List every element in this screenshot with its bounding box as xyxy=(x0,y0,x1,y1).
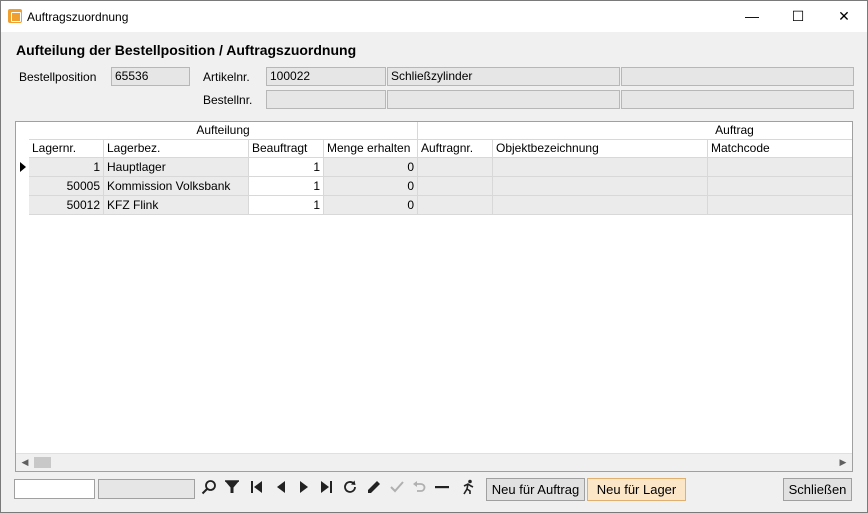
table-cell[interactable] xyxy=(418,158,493,177)
bestellnr-label: Bestellnr. xyxy=(203,93,253,107)
undo-icon[interactable] xyxy=(410,479,428,499)
first-record-icon[interactable] xyxy=(248,479,266,499)
bestellnr-field xyxy=(266,90,386,109)
table-cell[interactable]: Kommission Volksbank xyxy=(104,177,249,196)
neu-fuer-auftrag-button[interactable]: Neu für Auftrag xyxy=(486,478,585,501)
table-cell[interactable] xyxy=(418,177,493,196)
app-icon xyxy=(8,9,22,23)
column-header-beauftragt[interactable]: Beauftragt xyxy=(249,140,324,158)
table-cell[interactable]: 50012 xyxy=(29,196,104,215)
table-cell[interactable]: 0 xyxy=(324,196,418,215)
table-cell[interactable] xyxy=(493,158,708,177)
column-header-menge-erhalten[interactable]: Menge erhalten xyxy=(324,140,418,158)
schliessen-button[interactable]: Schließen xyxy=(783,478,852,501)
page-title: Aufteilung der Bestellposition / Auftrag… xyxy=(16,42,357,58)
artikel-name-field: Schließzylinder xyxy=(387,67,620,86)
confirm-icon[interactable] xyxy=(388,479,406,499)
artikelnr-label: Artikelnr. xyxy=(203,70,250,84)
table-cell[interactable] xyxy=(493,196,708,215)
table-cell[interactable]: 1 xyxy=(249,196,324,215)
prev-record-icon[interactable] xyxy=(272,479,290,499)
current-row-indicator-icon xyxy=(20,162,26,172)
table-cell[interactable]: 1 xyxy=(249,177,324,196)
minimize-button[interactable]: — xyxy=(729,1,775,32)
column-header-lagernr[interactable]: Lagernr. xyxy=(29,140,104,158)
table-cell[interactable]: 50005 xyxy=(29,177,104,196)
edit-icon[interactable] xyxy=(365,479,383,499)
bestellnr-extra-field-1 xyxy=(387,90,620,109)
column-header-lagerbez[interactable]: Lagerbez. xyxy=(104,140,249,158)
filter-field[interactable] xyxy=(98,479,195,499)
table-cell[interactable] xyxy=(493,177,708,196)
table-cell[interactable]: 0 xyxy=(324,177,418,196)
next-record-icon[interactable] xyxy=(295,479,313,499)
table-cell[interactable]: 1 xyxy=(249,158,324,177)
scrollbar-thumb[interactable] xyxy=(34,457,51,468)
scroll-left-icon[interactable]: ◀ xyxy=(18,455,32,469)
maximize-button[interactable]: ☐ xyxy=(775,1,821,32)
dialog-window: Auftragszuordnung — ☐ ✕ Aufteilung der B… xyxy=(0,0,868,513)
data-grid[interactable]: Aufteilung Auftrag Lagernr. Lagerbez. Be… xyxy=(15,121,853,472)
bestellposition-field: 65536 xyxy=(111,67,190,86)
group-header-aufteilung: Aufteilung xyxy=(29,122,418,140)
bestellposition-label: Bestellposition xyxy=(19,70,97,84)
column-header-objektbezeichnung[interactable]: Objektbezeichnung xyxy=(493,140,708,158)
table-cell[interactable]: 1 xyxy=(29,158,104,177)
column-header-auftragnr[interactable]: Auftragnr. xyxy=(418,140,493,158)
horizontal-scrollbar[interactable]: ◀ ▶ xyxy=(16,453,852,471)
title-bar: Auftragszuordnung — ☐ ✕ xyxy=(1,1,867,32)
table-cell[interactable]: Hauptlager xyxy=(104,158,249,177)
delete-icon[interactable] xyxy=(433,479,451,499)
group-header-auftrag: Auftrag xyxy=(418,122,852,140)
column-header-matchcode[interactable]: Matchcode xyxy=(708,140,852,158)
search-icon[interactable] xyxy=(200,479,218,499)
artikelnr-field: 100022 xyxy=(266,67,386,86)
bestellnr-extra-field-2 xyxy=(621,90,854,109)
window-title: Auftragszuordnung xyxy=(27,10,129,24)
table-cell[interactable] xyxy=(708,158,852,177)
filter-icon[interactable] xyxy=(223,479,241,499)
table-cell[interactable]: KFZ Flink xyxy=(104,196,249,215)
scroll-right-icon[interactable]: ▶ xyxy=(836,455,850,469)
refresh-icon[interactable] xyxy=(341,479,359,499)
last-record-icon[interactable] xyxy=(317,479,335,499)
table-cell[interactable] xyxy=(708,177,852,196)
artikel-extra-field xyxy=(621,67,854,86)
run-icon[interactable] xyxy=(459,479,477,499)
table-cell[interactable]: 0 xyxy=(324,158,418,177)
neu-fuer-lager-button[interactable]: Neu für Lager xyxy=(587,478,686,501)
table-cell[interactable] xyxy=(418,196,493,215)
search-input[interactable] xyxy=(14,479,95,499)
table-cell[interactable] xyxy=(708,196,852,215)
close-button[interactable]: ✕ xyxy=(821,1,867,32)
